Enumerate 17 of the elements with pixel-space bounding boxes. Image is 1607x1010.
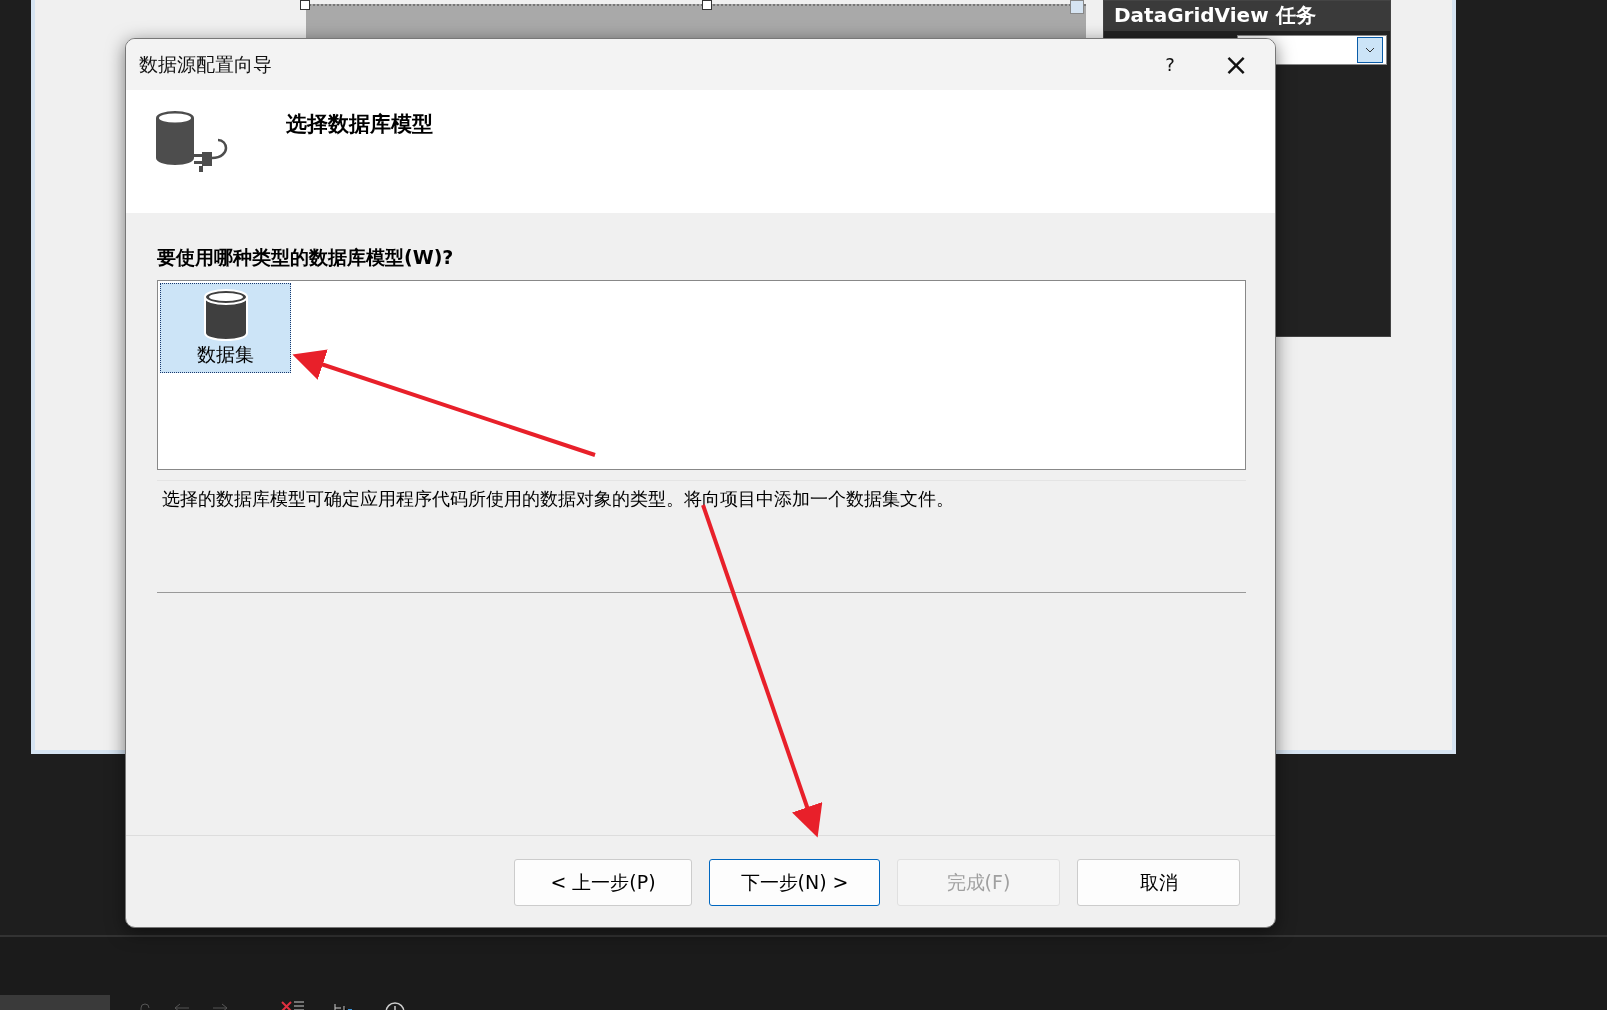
panel-title: DataGridView 任务 (1104, 1, 1390, 31)
model-item[interactable]: 数据集 (160, 283, 291, 373)
model-list[interactable]: 数据集 (157, 280, 1246, 470)
database-plug-icon (154, 110, 230, 174)
help-button[interactable]: ? (1145, 53, 1195, 76)
database-icon (201, 288, 250, 342)
wizard-button[interactable]: < 上一步(P) (514, 859, 692, 906)
resize-handle[interactable] (702, 0, 712, 10)
page-heading: 选择数据库模型 (286, 111, 433, 138)
dialog-title: 数据源配置向导 (138, 51, 273, 77)
dropdown-chevron-icon[interactable] (1357, 37, 1383, 63)
wizard-button[interactable]: 下一步(N) > (709, 859, 880, 906)
close-button[interactable]: × (1211, 48, 1261, 81)
question-label: 要使用哪种类型的数据库模型(W)? (157, 245, 455, 270)
smart-tag-icon[interactable] (1070, 0, 1084, 14)
resize-handle[interactable] (300, 0, 310, 10)
wizard-button[interactable]: 取消 (1077, 859, 1240, 906)
